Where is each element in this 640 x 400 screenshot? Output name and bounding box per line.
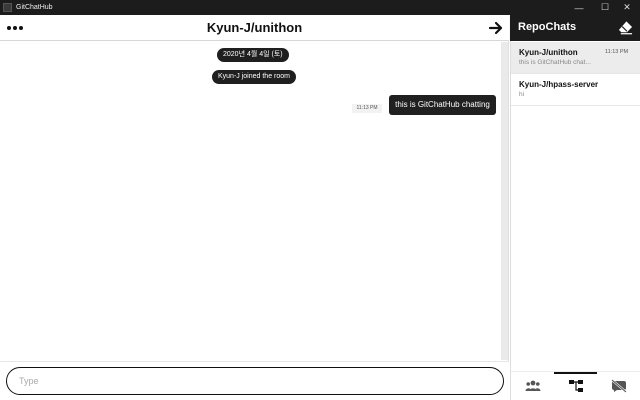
room-item-hpass-server[interactable]: Kyun-J/hpass-server hi — [511, 74, 640, 106]
message-scrollbar[interactable] — [501, 42, 508, 360]
eraser-icon[interactable] — [618, 20, 633, 35]
date-divider: 2020년 4월 4일 (토) — [217, 48, 289, 62]
system-message: Kyun-J joined the room — [212, 70, 296, 84]
tab-hidden-chats[interactable] — [597, 372, 640, 400]
room-preview: this is GitChatHub chat... — [519, 59, 591, 66]
app-icon — [3, 3, 12, 12]
minimize-button[interactable]: — — [566, 0, 592, 15]
repo-tree-icon — [568, 380, 583, 392]
arrow-right-icon[interactable] — [488, 20, 504, 36]
tab-repositories[interactable] — [554, 372, 597, 400]
message-bubble: this is GitChatHub chatting — [389, 95, 496, 115]
hidden-chat-icon — [610, 379, 627, 393]
room-name: Kyun-J/hpass-server — [519, 80, 599, 89]
sidebar-title: RepoChats — [518, 21, 577, 33]
chat-header: Kyun-J/unithon — [0, 15, 509, 41]
tab-people[interactable] — [511, 372, 554, 400]
message-input[interactable] — [6, 367, 504, 395]
people-icon — [525, 380, 540, 391]
message-list[interactable] — [0, 41, 509, 361]
close-button[interactable]: ✕ — [614, 0, 640, 15]
sidebar-tab-bar — [511, 371, 640, 400]
chat-room-title: Kyun-J/unithon — [206, 20, 303, 35]
room-preview: hi — [519, 91, 525, 98]
window-titlebar: GitChatHub — ☐ ✕ — [0, 0, 640, 15]
window-title: GitChatHub — [16, 4, 53, 11]
room-name: Kyun-J/unithon — [519, 48, 578, 57]
message-timestamp: 11:13 PM — [352, 104, 382, 113]
room-time: 11:13 PM — [605, 49, 629, 55]
room-item-unithon[interactable]: Kyun-J/unithon 11:13 PM this is GitChatH… — [511, 42, 640, 74]
